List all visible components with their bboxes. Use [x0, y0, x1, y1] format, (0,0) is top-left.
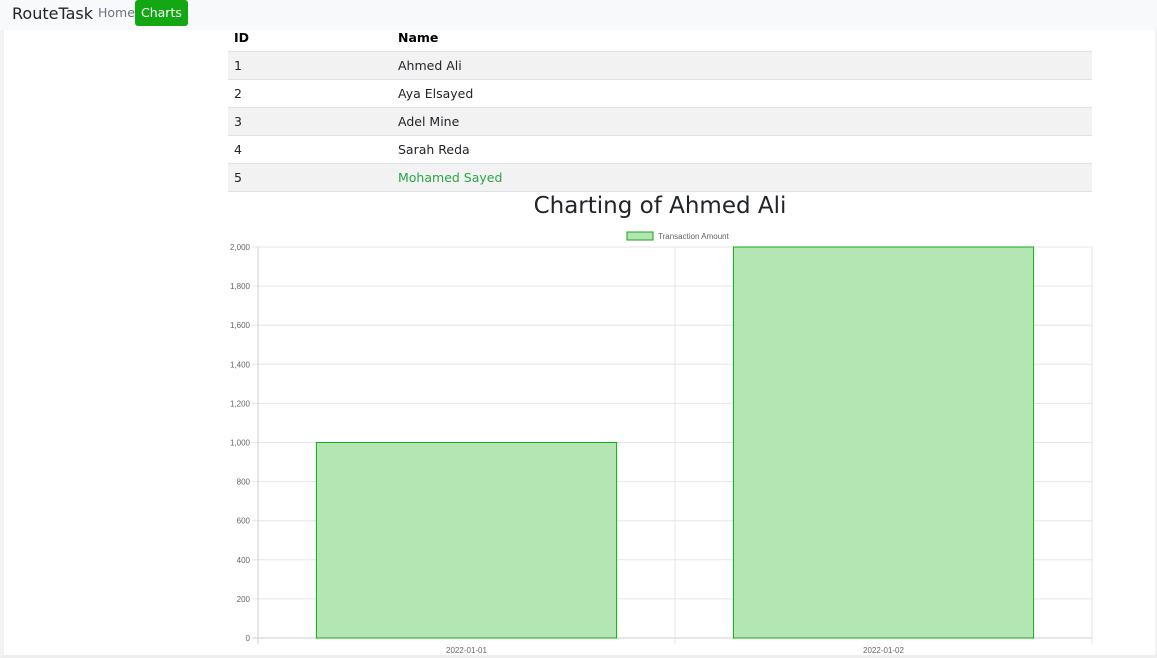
table-row[interactable]: 2 Aya Elsayed	[228, 79, 1092, 108]
legend-label: Transaction Amount	[658, 232, 730, 241]
y-tick-label: 200	[237, 595, 251, 604]
y-tick-label: 600	[237, 517, 251, 526]
y-tick-label: 800	[237, 478, 251, 487]
users-table: ID Name 1 Ahmed Ali 2 Aya Elsayed 3 Adel…	[228, 18, 1092, 192]
table-row[interactable]: 1 Ahmed Ali	[228, 51, 1092, 80]
row-name[interactable]: Adel Mine	[392, 107, 1092, 136]
row-id: 3	[228, 107, 392, 136]
brand-link[interactable]: RouteTask	[12, 4, 93, 23]
row-id: 2	[228, 79, 392, 108]
y-tick-label: 400	[237, 556, 251, 565]
legend-swatch	[626, 231, 654, 241]
y-tick-label: 1,000	[230, 439, 251, 448]
row-name[interactable]: Mohamed Sayed	[392, 163, 1092, 192]
table-row[interactable]: 5 Mohamed Sayed	[228, 163, 1092, 192]
nav-home-link[interactable]: Home	[92, 0, 141, 26]
chart-title: Charting of Ahmed Ali	[533, 193, 787, 219]
y-tick-label: 1,800	[230, 282, 251, 291]
row-id: 1	[228, 51, 392, 80]
row-name[interactable]: Ahmed Ali	[392, 51, 1092, 80]
navbar: RouteTask Home Charts	[0, 0, 1157, 30]
row-name[interactable]: Aya Elsayed	[392, 79, 1092, 108]
row-id: 5	[228, 163, 392, 192]
y-tick-label: 1,200	[230, 399, 251, 408]
bar-chart: 0 200 400 600 800 1,000 1,200 1,400 1,600 1,800 2,…	[230, 231, 1093, 655]
y-tick-label: 1,400	[230, 360, 251, 369]
bar	[315, 442, 618, 639]
x-tick-label: 2022-01-01	[446, 646, 487, 655]
row-id: 4	[228, 135, 392, 164]
x-tick-label: 2022-01-02	[863, 646, 904, 655]
y-tick-label: 2,000	[230, 243, 251, 252]
table-row[interactable]: 3 Adel Mine	[228, 107, 1092, 136]
nav-charts-link[interactable]: Charts	[135, 0, 188, 26]
bar	[732, 246, 1035, 639]
y-tick-label: 0	[246, 634, 251, 643]
y-tick-label: 1,600	[230, 321, 251, 330]
row-name[interactable]: Sarah Reda	[392, 135, 1092, 164]
table-row[interactable]: 4 Sarah Reda	[228, 135, 1092, 164]
users-table-container: ID Name 1 Ahmed Ali 2 Aya Elsayed 3 Adel…	[228, 18, 1092, 192]
